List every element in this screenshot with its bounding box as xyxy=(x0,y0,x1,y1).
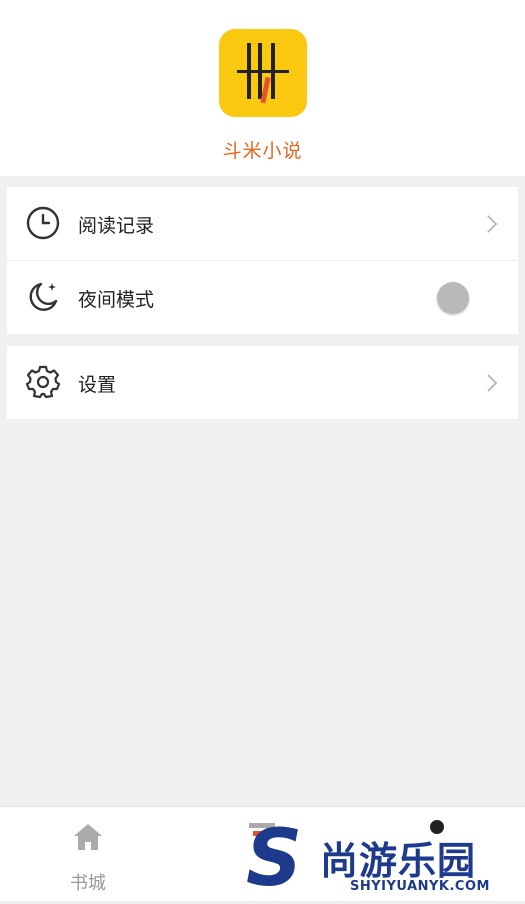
tab-bookstore-label: 书城 xyxy=(70,873,106,894)
night-mode-label: 夜间模式 xyxy=(78,289,155,311)
tab-bookstore[interactable]: 书城 xyxy=(55,817,121,894)
home-icon xyxy=(74,824,102,850)
watermark-sub: SHYIYUANYK.COM xyxy=(350,879,490,894)
bookshelf-logo-icon xyxy=(237,43,289,104)
watermark-letter: S xyxy=(246,814,303,904)
clock-icon xyxy=(26,206,60,240)
menu-card-settings: 设置 xyxy=(7,346,518,419)
moon-icon xyxy=(29,282,58,311)
chevron-right-icon xyxy=(487,374,498,392)
reading-history-row[interactable]: 阅读记录 xyxy=(7,187,518,260)
chevron-right-icon xyxy=(487,215,498,233)
watermark: S 尚游乐园 SHYIYUANYK.COM xyxy=(246,814,525,904)
night-mode-toggle[interactable] xyxy=(437,282,469,314)
app-name: 斗米小说 xyxy=(222,140,303,162)
gear-icon xyxy=(25,365,61,399)
menu-card-history-night: 阅读记录 夜间模式 xyxy=(7,187,518,334)
reading-history-label: 阅读记录 xyxy=(78,215,155,237)
watermark-text: 尚游乐园 xyxy=(320,839,477,883)
settings-label: 设置 xyxy=(78,374,117,396)
profile-header: 斗米小说 xyxy=(0,0,525,176)
settings-row[interactable]: 设置 xyxy=(7,346,518,419)
app-logo xyxy=(219,29,307,117)
night-mode-row: 夜间模式 xyxy=(7,261,518,334)
